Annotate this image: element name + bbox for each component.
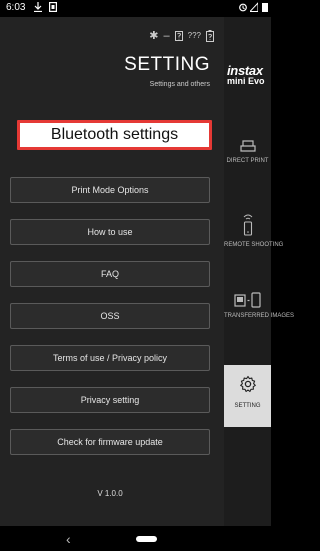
printer-icon <box>239 140 256 152</box>
tab-transferred-images[interactable]: TRANSFERRED IMAGES <box>224 292 295 354</box>
brand-logo-bottom: mini Evo <box>227 76 265 86</box>
side-navigation: instax mini Evo DIRECT PRINT REMOTE SHOO… <box>224 17 295 526</box>
dash-separator: – <box>163 29 170 42</box>
tab-direct-print-label: DIRECT PRINT <box>226 158 269 164</box>
main-area: ✱ – ??? SETTING Settings and others Blue… <box>0 17 295 526</box>
firmware-update-button[interactable]: Check for firmware update <box>10 429 210 455</box>
tab-direct-print[interactable]: DIRECT PRINT <box>224 137 271 197</box>
settings-panel: ✱ – ??? SETTING Settings and others Blue… <box>0 17 224 526</box>
connection-status: ✱ – ??? <box>149 29 214 42</box>
battery-icon <box>262 3 268 12</box>
battery-outline-icon <box>206 29 214 42</box>
brand-logo: instax mini Evo <box>227 63 287 87</box>
tab-remote-shooting-label: REMOTE SHOOTING <box>224 242 284 248</box>
status-time: 6:03 <box>6 2 26 13</box>
app-version: V 1.0.0 <box>97 489 123 498</box>
signal-icon <box>250 2 258 12</box>
tab-remote-shooting[interactable]: REMOTE SHOOTING <box>224 213 284 275</box>
bluetooth-icon: ✱ <box>149 30 159 42</box>
sim-icon <box>49 2 57 12</box>
home-pill[interactable] <box>136 536 157 542</box>
phone-remote-icon <box>243 214 252 236</box>
unknown-status-text: ??? <box>187 31 201 40</box>
gear-icon <box>239 375 256 393</box>
status-left-icons <box>34 2 57 12</box>
status-bar: 6:03 <box>0 0 271 17</box>
page-title: SETTING <box>124 54 210 75</box>
print-mode-options-button[interactable]: Print Mode Options <box>10 177 210 203</box>
oss-button[interactable]: OSS <box>10 303 210 329</box>
bluetooth-settings-button[interactable]: Bluetooth settings <box>17 120 212 150</box>
system-nav-bar: ‹ <box>0 526 271 551</box>
status-right-icons <box>239 2 269 12</box>
faq-button[interactable]: FAQ <box>10 261 210 287</box>
tab-setting[interactable]: SETTING <box>224 365 271 427</box>
page-subtitle: Settings and others <box>149 81 210 88</box>
download-icon <box>34 2 42 12</box>
tab-transferred-images-label: TRANSFERRED IMAGES <box>224 313 295 319</box>
device-status-icon <box>174 30 183 41</box>
how-to-use-button[interactable]: How to use <box>10 219 210 245</box>
transfer-icon <box>233 292 261 308</box>
brand-logo-top: instax <box>227 63 263 78</box>
tab-setting-label: SETTING <box>234 403 261 409</box>
alarm-icon <box>239 3 247 12</box>
privacy-setting-button[interactable]: Privacy setting <box>10 387 210 413</box>
back-button[interactable]: ‹ <box>66 531 71 547</box>
terms-of-use-button[interactable]: Terms of use / Privacy policy <box>10 345 210 371</box>
